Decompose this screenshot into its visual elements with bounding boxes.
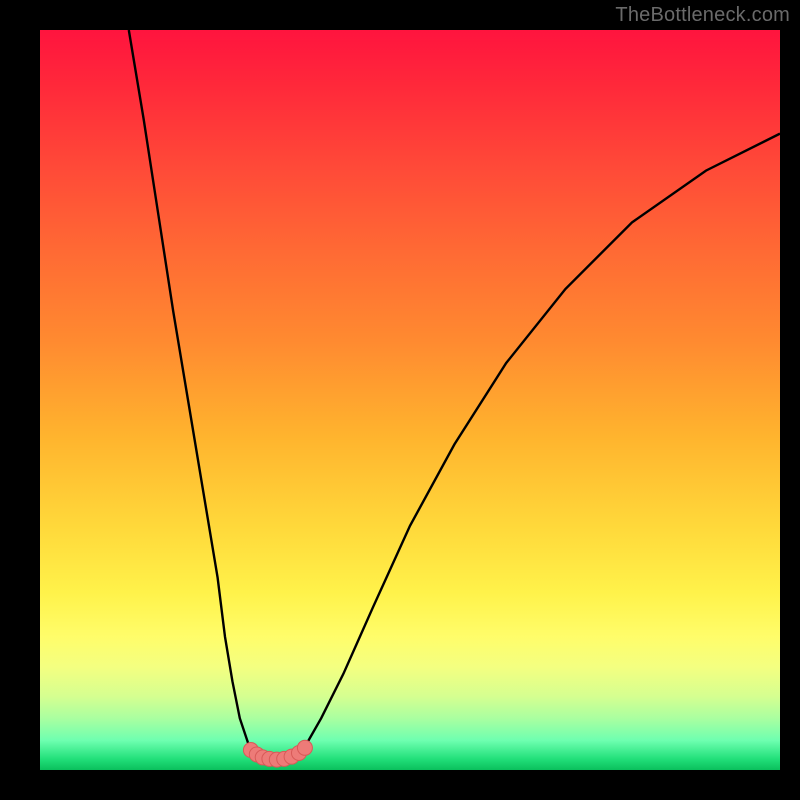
plot-area xyxy=(40,30,780,770)
chart-frame: TheBottleneck.com xyxy=(0,0,800,800)
watermark-text: TheBottleneck.com xyxy=(615,4,790,27)
bottleneck-curve xyxy=(129,30,780,760)
valley-marker xyxy=(297,740,312,755)
curve-layer xyxy=(40,30,780,770)
